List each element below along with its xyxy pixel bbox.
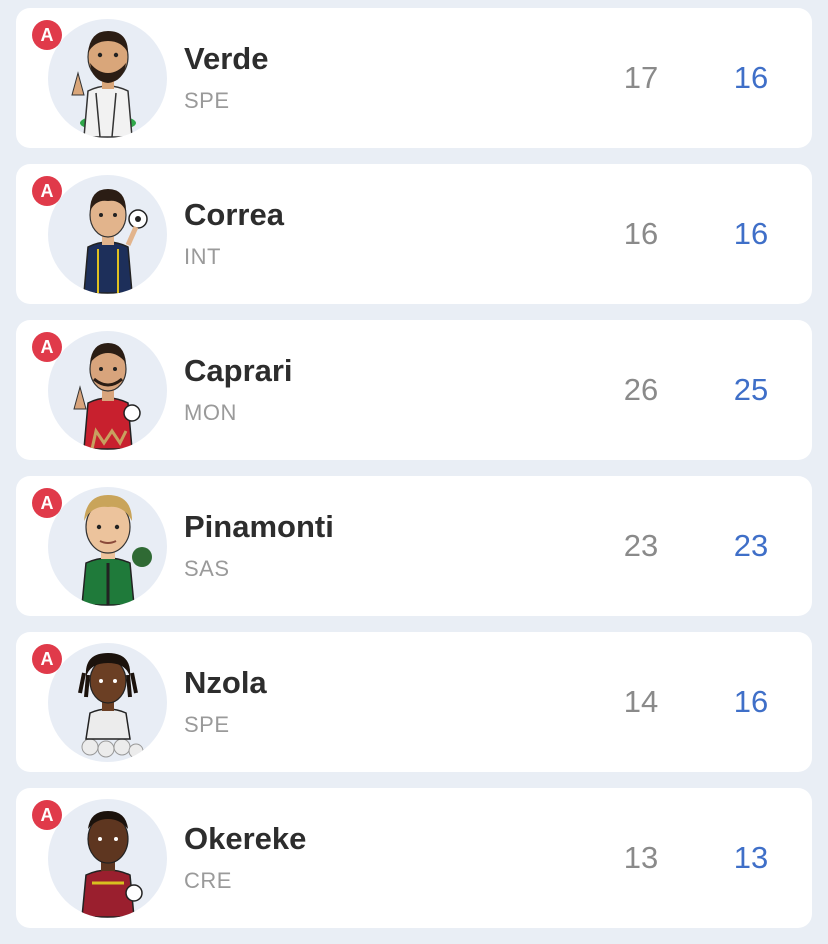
player-cartoon-icon xyxy=(71,31,136,138)
player-card[interactable]: A Verde SPE 17 16 xyxy=(16,8,812,148)
player-cartoon-icon xyxy=(83,189,148,294)
player-name: Pinamonti xyxy=(184,509,334,544)
player-card[interactable]: A Caprari MON 26 25 xyxy=(16,320,812,460)
player-name: Nzola xyxy=(184,665,267,700)
stat-value-secondary: 16 xyxy=(733,216,769,251)
stat-value-primary: 23 xyxy=(623,528,659,563)
player-card[interactable]: A Correa INT 16 16 xyxy=(16,164,812,304)
player-name: Caprari xyxy=(184,353,293,388)
player-card[interactable]: A Okereke CRE 13 13 xyxy=(16,788,812,928)
player-avatar xyxy=(48,643,167,762)
player-cartoon-icon xyxy=(78,653,144,759)
player-avatar xyxy=(48,175,167,294)
role-badge: A xyxy=(32,20,62,50)
player-list: A Verde SPE 17 16 A Correa INT 16 16 A C… xyxy=(16,8,812,944)
team-code: CRE xyxy=(184,868,232,893)
player-avatar xyxy=(48,19,167,138)
player-name: Okereke xyxy=(184,821,307,856)
role-badge: A xyxy=(32,800,62,830)
stat-value-primary: 26 xyxy=(623,372,659,407)
team-code: SAS xyxy=(184,556,230,581)
stat-value-primary: 14 xyxy=(623,684,659,719)
stat-value-primary: 16 xyxy=(623,216,659,251)
stat-value-secondary: 13 xyxy=(733,840,769,875)
player-cartoon-icon xyxy=(81,811,143,918)
player-cartoon-icon xyxy=(73,343,141,450)
team-code: INT xyxy=(184,244,221,269)
role-badge: A xyxy=(32,332,62,362)
stat-value-primary: 13 xyxy=(623,840,659,875)
team-code: SPE xyxy=(184,88,230,113)
role-badge: A xyxy=(32,488,62,518)
player-cartoon-icon xyxy=(81,495,152,606)
team-code: SPE xyxy=(184,712,230,737)
stat-value-secondary: 16 xyxy=(733,684,769,719)
player-avatar xyxy=(48,331,167,450)
player-name: Verde xyxy=(184,41,269,76)
stat-value-primary: 17 xyxy=(623,60,659,95)
role-badge: A xyxy=(32,644,62,674)
stat-value-secondary: 25 xyxy=(733,372,769,407)
player-name: Correa xyxy=(184,197,284,232)
stat-value-secondary: 16 xyxy=(733,60,769,95)
role-badge: A xyxy=(32,176,62,206)
player-card[interactable]: A Pinamonti SAS 23 23 xyxy=(16,476,812,616)
player-avatar xyxy=(48,799,167,918)
team-code: MON xyxy=(184,400,237,425)
player-avatar xyxy=(48,487,167,606)
player-card[interactable]: A Nzola SPE 14 16 xyxy=(16,632,812,772)
stat-value-secondary: 23 xyxy=(733,528,769,563)
